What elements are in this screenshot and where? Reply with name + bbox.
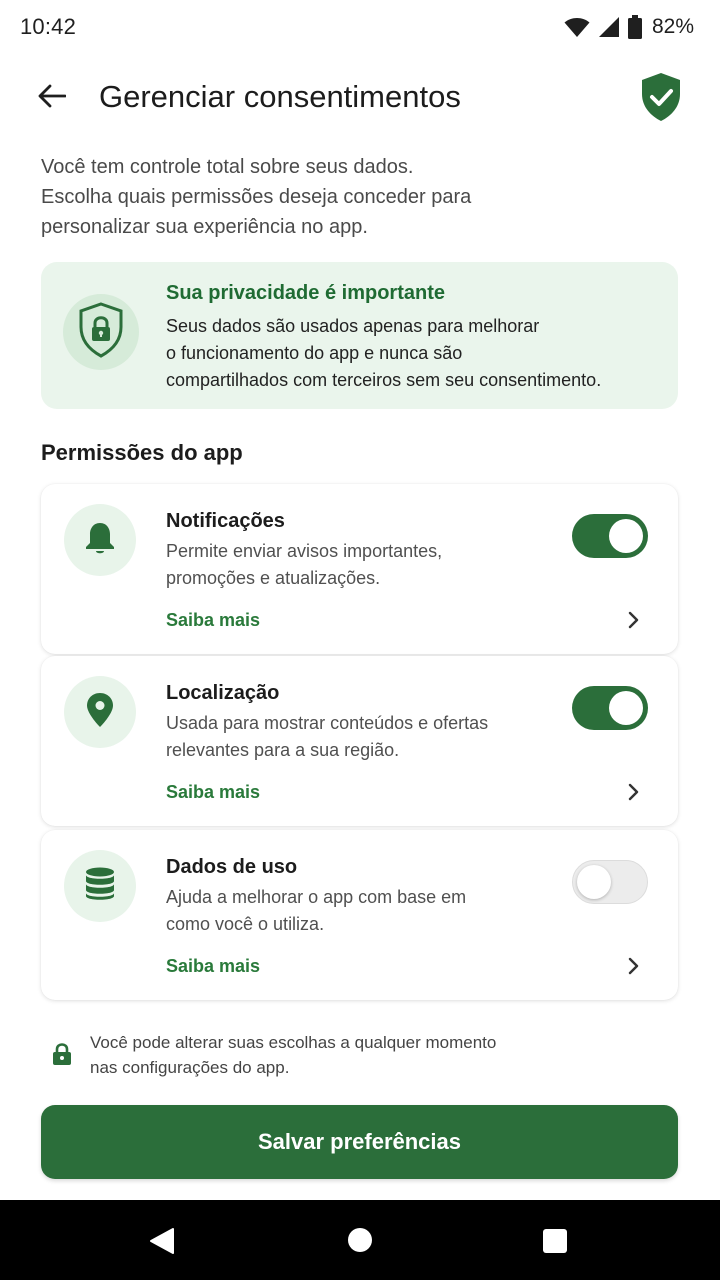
permission-desc-line: Permite enviar avisos importantes, (166, 541, 443, 561)
permission-desc-line: promoções e atualizações. (166, 568, 381, 588)
footnote-line: Você pode alterar suas escolhas a qualqu… (90, 1033, 497, 1052)
permission-icon-circle (64, 676, 136, 748)
permission-description: Usada para mostrar conteúdos e ofertas r… (166, 710, 546, 764)
permission-card-location: Localização Usada para mostrar conteúdos… (41, 656, 678, 826)
learn-more-link[interactable]: Saiba mais (166, 782, 260, 803)
database-icon (85, 867, 115, 906)
permission-title: Notificações (166, 510, 285, 532)
status-bar: 10:42 82% (0, 0, 720, 54)
permission-card-usage-data: Dados de uso Ajuda a melhorar o app com … (41, 830, 678, 1000)
signal-icon (598, 16, 620, 38)
lock-icon (52, 1042, 72, 1066)
app-bar: Gerenciar consentimentos (0, 62, 720, 134)
save-preferences-button[interactable]: Salvar preferências (41, 1105, 678, 1179)
page-title: Gerenciar consentimentos (99, 79, 461, 114)
chevron-right-icon[interactable] (621, 954, 645, 978)
learn-more-link[interactable]: Saiba mais (166, 610, 260, 631)
arrow-left-icon (38, 84, 67, 113)
nav-home-icon[interactable] (348, 1228, 372, 1252)
intro-text: Você tem controle total sobre seus dados… (41, 152, 681, 242)
privacy-card: Sua privacidade é importante Seus dados … (41, 262, 678, 409)
permission-title: Dados de uso (166, 856, 298, 878)
battery-icon (627, 15, 642, 39)
privacy-body: Seus dados são usados apenas para melhor… (166, 313, 666, 394)
bell-icon (84, 521, 116, 560)
permission-title: Localização (166, 682, 280, 704)
footnote-text: Você pode alterar suas escolhas a qualqu… (90, 1030, 650, 1080)
privacy-title: Sua privacidade é importante (166, 282, 445, 304)
privacy-line: o funcionamento do app e nunca são (166, 343, 463, 363)
privacy-line: compartilhados com terceiros sem seu con… (166, 370, 602, 390)
permission-icon-circle (64, 504, 136, 576)
nav-recents-icon[interactable] (543, 1229, 567, 1253)
permission-description: Permite enviar avisos importantes, promo… (166, 538, 546, 592)
chevron-right-icon[interactable] (621, 608, 645, 632)
battery-percent: 82% (651, 15, 694, 38)
notifications-toggle[interactable] (572, 514, 648, 558)
permission-desc-line: Ajuda a melhorar o app com base em (166, 887, 467, 907)
location-pin-icon (86, 692, 114, 733)
location-toggle[interactable] (572, 686, 648, 730)
privacy-line: Seus dados são usados apenas para melhor… (166, 316, 540, 336)
back-button[interactable] (30, 76, 74, 120)
footnote-line: nas configurações do app. (90, 1058, 290, 1077)
permissions-section-title: Permissões do app (41, 440, 243, 465)
chevron-right-icon[interactable] (621, 780, 645, 804)
permission-desc-line: Usada para mostrar conteúdos e ofertas (166, 713, 489, 733)
permission-desc-line: como você o utiliza. (166, 914, 325, 934)
system-nav-bar (0, 1200, 720, 1280)
toggle-knob (577, 865, 611, 899)
toggle-knob (609, 519, 643, 553)
intro-line: personalizar sua experiência no app. (41, 216, 368, 238)
learn-more-link[interactable]: Saiba mais (166, 956, 260, 977)
wifi-icon (564, 16, 590, 38)
permission-description: Ajuda a melhorar o app com base em como … (166, 884, 546, 938)
usage-data-toggle[interactable] (572, 860, 648, 904)
nav-back-icon[interactable] (149, 1227, 175, 1260)
permission-desc-line: relevantes para a sua região. (166, 740, 400, 760)
intro-line: Você tem controle total sobre seus dados… (41, 156, 414, 178)
privacy-icon-circle (63, 294, 139, 370)
shield-lock-icon (78, 301, 124, 363)
status-icons: 82% (564, 15, 694, 39)
toggle-knob (609, 691, 643, 725)
permission-icon-circle (64, 850, 136, 922)
intro-line: Escolha quais permissões deseja conceder… (41, 186, 472, 208)
shield-check-icon (640, 72, 682, 122)
status-time: 10:42 (20, 14, 77, 39)
permission-card-notifications: Notificações Permite enviar avisos impor… (41, 484, 678, 654)
